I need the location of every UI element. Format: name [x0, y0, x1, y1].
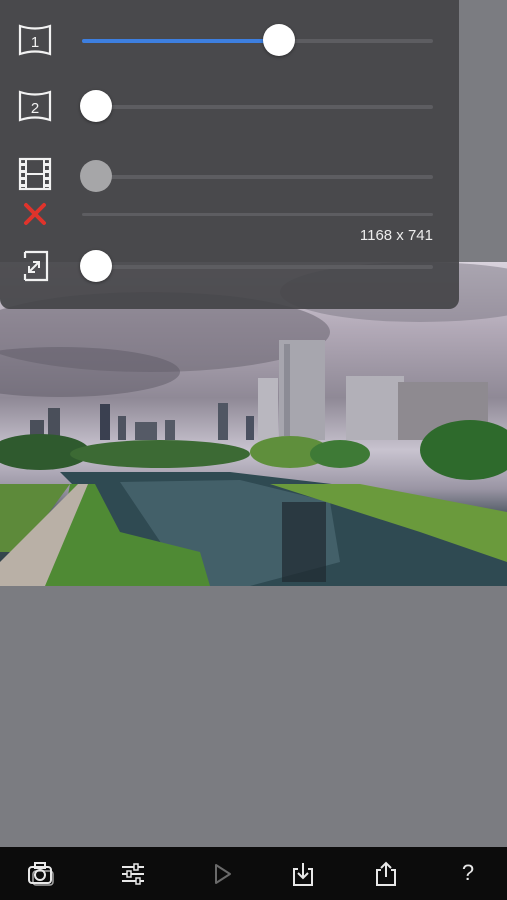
help-icon[interactable]: ? [454, 859, 482, 887]
resize-icon[interactable] [17, 248, 53, 284]
slider-1-track[interactable] [82, 39, 433, 43]
slider-2-track[interactable] [82, 105, 433, 109]
page-2-label: 2 [31, 100, 39, 117]
download-icon[interactable] [289, 861, 317, 887]
slider-2-knob[interactable] [80, 90, 112, 122]
slider-1-fill [82, 39, 279, 43]
adjustments-icon[interactable] [119, 861, 147, 887]
adjustment-panel: 1 2 1168 x 741 [0, 0, 459, 309]
slider-4-knob[interactable] [80, 250, 112, 282]
image-dimensions-label: 1168 x 741 [359, 227, 433, 244]
page-1-label: 1 [31, 34, 39, 51]
film-strip-icon [17, 156, 53, 192]
close-icon [23, 202, 47, 226]
bottom-toolbar: ? [0, 847, 507, 900]
share-icon[interactable] [372, 861, 400, 887]
page-1-icon[interactable]: 1 [17, 22, 53, 58]
camera-icon[interactable] [27, 861, 55, 887]
slider-3-track [82, 175, 433, 179]
slider-3-knob [80, 160, 112, 192]
play-icon [208, 861, 236, 887]
divider-track [82, 213, 433, 216]
slider-4-track[interactable] [82, 265, 433, 269]
page-2-icon[interactable]: 2 [17, 88, 53, 124]
photo-preview [0, 262, 507, 586]
slider-1-knob[interactable] [263, 24, 295, 56]
